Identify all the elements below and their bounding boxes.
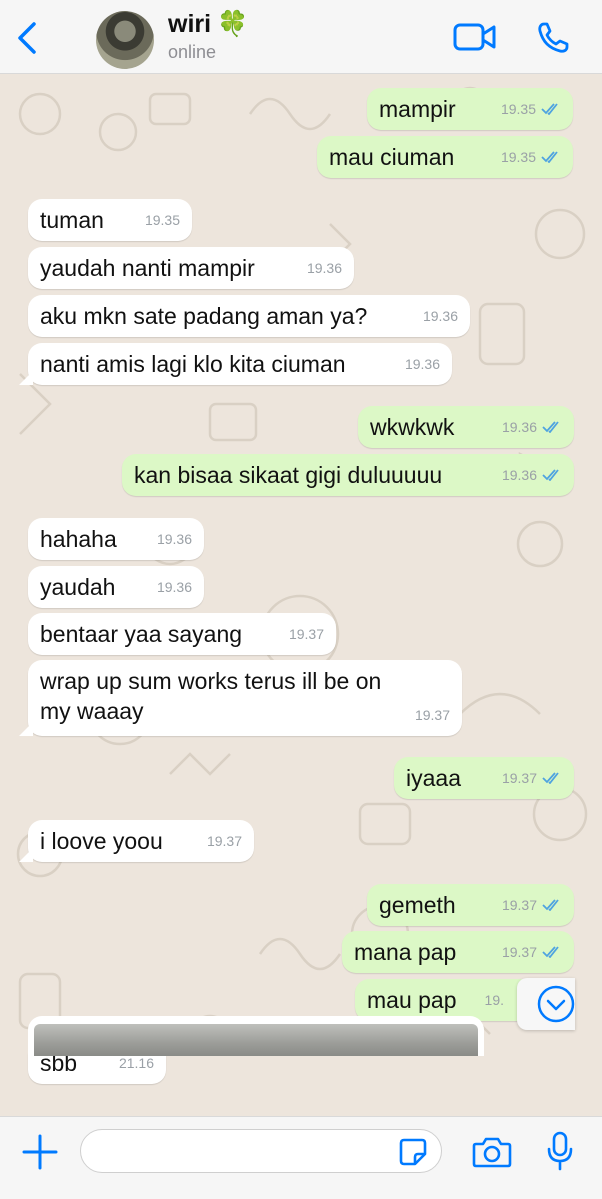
message-time: 19.36: [422, 308, 458, 324]
message-outgoing[interactable]: gemeth 19.37: [367, 884, 574, 926]
message-time: 19.: [484, 992, 504, 1008]
message-outgoing[interactable]: wkwkwk 19.36: [358, 406, 574, 448]
message-outgoing[interactable]: iyaaa 19.37: [394, 757, 574, 799]
message-incoming[interactable]: yaudah nanti mampir 19.36: [28, 247, 354, 289]
message-time: 19.35: [144, 212, 180, 228]
message-time: 19.36: [501, 467, 537, 483]
back-button[interactable]: [10, 18, 46, 58]
message-time: 19.37: [288, 626, 324, 642]
message-text: aku mkn sate padang aman ya?: [40, 303, 368, 329]
read-ticks-icon: [542, 772, 559, 784]
message-outgoing[interactable]: mampir 19.35: [367, 88, 573, 130]
message-text: wrap up sum works terus ill be on my waa…: [40, 668, 382, 724]
message-outgoing[interactable]: mana pap 19.37: [342, 931, 574, 973]
camera-icon: [472, 1137, 512, 1168]
message-input[interactable]: [80, 1129, 442, 1173]
message-time: 19.36: [306, 260, 342, 276]
composer-bar: [0, 1116, 602, 1199]
contact-name-emoji: 🍀: [217, 10, 249, 38]
chat-header: wiri 🍀 online: [0, 0, 602, 74]
message-incoming[interactable]: aku mkn sate padang aman ya? 19.36: [28, 295, 470, 337]
message-outgoing[interactable]: mau ciuman 19.35: [317, 136, 573, 178]
message-time: 19.37: [501, 770, 537, 786]
message-incoming[interactable]: bentaar yaa sayang 19.37: [28, 613, 336, 655]
sticker-icon: [399, 1138, 427, 1166]
phone-icon: [538, 22, 569, 53]
scroll-to-bottom-button[interactable]: [517, 978, 575, 1030]
message-time: 19.36: [404, 356, 440, 372]
image-preview: [34, 1024, 478, 1056]
chevron-down-circle-icon: [537, 985, 575, 1023]
message-incoming[interactable]: i loove yoou 19.37: [19, 820, 254, 862]
read-ticks-icon: [542, 946, 559, 958]
microphone-icon: [547, 1131, 573, 1171]
message-incoming[interactable]: yaudah 19.36: [28, 566, 204, 608]
camera-button[interactable]: [472, 1135, 512, 1169]
voice-message-button[interactable]: [546, 1131, 574, 1171]
contact-name[interactable]: wiri 🍀: [168, 10, 248, 39]
message-incoming[interactable]: tuman 19.35: [28, 199, 192, 241]
plus-icon: [22, 1134, 58, 1170]
message-outgoing[interactable]: kan bisaa sikaat gigi duluuuuu 19.36: [122, 454, 574, 496]
contact-status: online: [168, 42, 217, 62]
message-time: 19.37: [501, 897, 537, 913]
message-time: 19.37: [414, 707, 450, 723]
read-ticks-icon: [542, 469, 559, 481]
attach-button[interactable]: [20, 1132, 60, 1172]
message-time: 19.36: [156, 579, 192, 595]
message-text: kan bisaa sikaat gigi duluuuuu: [134, 462, 443, 488]
video-call-button[interactable]: [452, 20, 498, 54]
message-time: 19.35: [500, 149, 536, 165]
message-text: bentaar yaa sayang: [40, 621, 243, 647]
message-incoming[interactable]: nanti amis lagi klo kita ciuman 19.36: [19, 343, 452, 385]
contact-name-label: wiri: [168, 10, 212, 38]
message-time: 19.35: [500, 101, 536, 117]
read-ticks-icon: [542, 899, 559, 911]
avatar[interactable]: [96, 11, 154, 69]
chevron-left-icon: [18, 22, 36, 54]
read-ticks-icon: [541, 103, 558, 115]
voice-call-button[interactable]: [535, 20, 571, 56]
message-time: 19.37: [206, 833, 242, 849]
message-text: nanti amis lagi klo kita ciuman: [40, 351, 346, 377]
message-time: 19.36: [156, 531, 192, 547]
message-time: 19.37: [501, 944, 537, 960]
message-text: yaudah nanti mampir: [40, 255, 255, 281]
image-message[interactable]: [28, 1016, 484, 1056]
read-ticks-icon: [541, 151, 558, 163]
sticker-button[interactable]: [398, 1137, 428, 1167]
message-time: 19.36: [501, 419, 537, 435]
video-camera-icon: [453, 23, 496, 51]
message-incoming[interactable]: wrap up sum works terus ill be on my waa…: [19, 660, 462, 736]
read-ticks-icon: [542, 421, 559, 433]
message-incoming[interactable]: hahaha 19.36: [28, 518, 204, 560]
